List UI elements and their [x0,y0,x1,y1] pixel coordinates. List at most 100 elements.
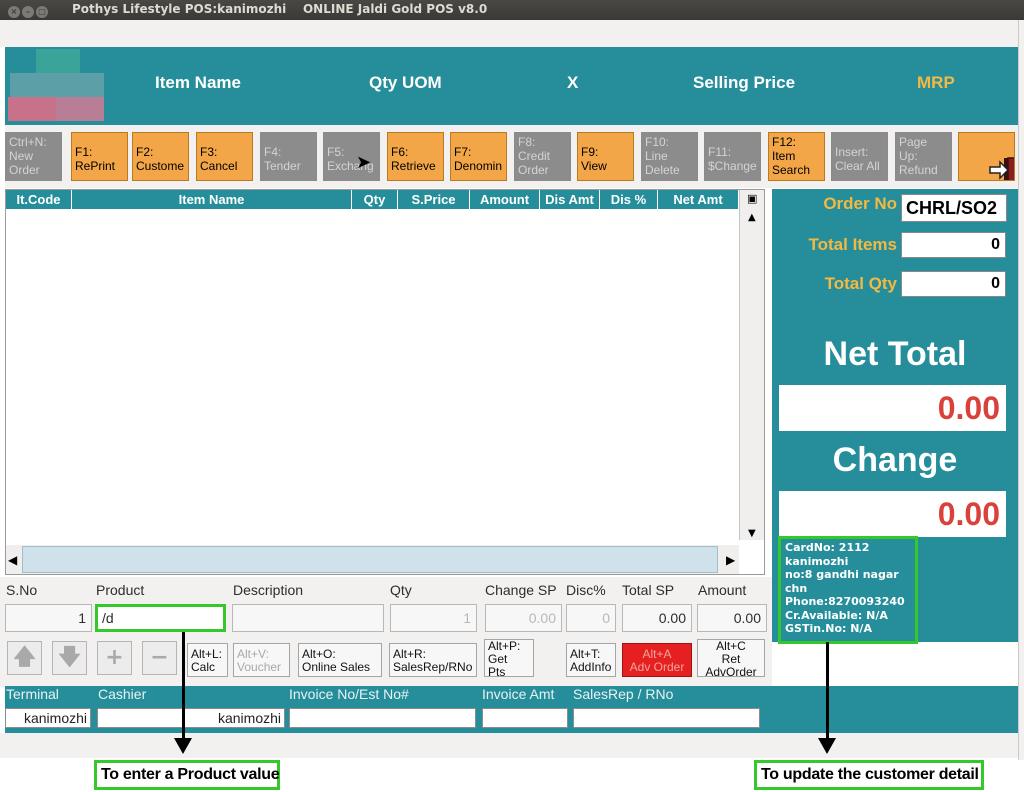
product-annotation-line [182,632,185,738]
total-qty-label: Total Qty [824,274,897,293]
addinfo-button[interactable]: Alt+T: AddInfo [566,643,616,677]
move-up-icon[interactable]: 🡅 [7,641,42,675]
grid-col-dis-amt: Dis Amt [540,190,600,209]
cancel-button[interactable]: F3: Cancel [196,132,253,181]
cashier-value: kanimozhi [97,708,285,728]
total-items-label: Total Items [808,235,897,254]
change-sp-field[interactable]: 0.00 [485,604,562,632]
order-no-label: Order No [823,194,897,213]
order-no-value: CHRL/SO2 [901,194,1007,222]
item-grid[interactable]: It.Code Item Name Qty S.Price Amount Dis… [5,189,765,575]
grid-col-item-name: Item Name [72,190,352,209]
bottom-spacer [0,733,1018,758]
window-controls: × – □ [8,3,50,18]
calc-button[interactable]: Alt+L: Calc [187,643,228,677]
salesrep-button[interactable]: Alt+R: SalesRep/RNo [389,643,477,677]
total-sp-field: 0.00 [622,604,692,632]
minus-icon[interactable]: − [142,641,177,675]
grid-col-dis-pct: Dis % [600,190,658,209]
grid-col-amount: Amount [470,190,540,209]
product-label: Product [96,582,145,598]
move-down-icon[interactable]: 🡇 [52,641,87,675]
customer-city: chn [785,581,808,595]
net-total-value: 0.00 [779,385,1006,431]
maximize-window-icon[interactable]: □ [36,6,48,18]
ret-adv-order-button[interactable]: Alt+C Ret AdvOrder [697,639,765,677]
logo-tile [10,73,104,97]
change-value: 0.00 [779,491,1006,537]
qty-field[interactable]: 1 [390,604,477,632]
change-button[interactable]: F11: $Change [704,132,761,181]
header-bar: Item Name Qty UOM X Selling Price MRP [5,47,1018,125]
amount-field: 0.00 [697,604,767,632]
mouse-cursor-icon: ➤ [356,152,372,173]
logo-tile [56,97,104,121]
scroll-right-icon[interactable]: ▶ [726,553,735,567]
customer-phone: Phone:8270093240 [785,595,905,608]
customer-gstin: GSTin.No: N/A [785,622,872,635]
grid-col-sprice: S.Price [398,190,470,209]
terminal-label: Terminal [6,686,59,702]
grid-col-net-amt: Net Amt [658,190,739,209]
online-sales-button[interactable]: Alt+O: Online Sales [298,643,382,677]
description-field [232,604,384,632]
view-button[interactable]: F9: View [577,132,634,181]
invoice-no-value [289,708,476,728]
customer-details[interactable]: CardNo: 2112 kanimozhi no:8 gandhi nagar… [778,536,918,644]
terminal-value: kanimozhi [5,708,91,728]
voucher-button[interactable]: Alt+V: Voucher [233,643,290,677]
exchange-button[interactable]: F5: Exchang [323,132,380,181]
new-order-button[interactable]: Ctrl+N: New Order [5,132,62,181]
disc-field[interactable]: 0 [566,604,616,632]
salesrep-value [573,708,760,728]
customer-name: kanimozhi [785,554,849,568]
denomination-button[interactable]: F7: Denomin [450,132,507,181]
get-points-button[interactable]: Alt+P: Get Pts [484,639,534,677]
adv-order-button[interactable]: Alt+A Adv Order [622,643,692,677]
header-mrp: MRP [917,73,955,92]
sno-label: S.No [6,582,38,598]
product-annotation: To enter a Product value [94,760,280,790]
credit-order-button[interactable]: F8: Credit Order [514,132,571,181]
customer-arrow-icon [818,738,836,754]
refund-button[interactable]: Page Up: Refund [895,132,952,181]
net-total-label: Net Total [823,335,967,373]
customer-card-no: CardNo: 2112 [785,541,870,554]
description-label: Description [233,582,304,598]
invoice-amt-value [482,708,568,728]
column-chooser-icon[interactable]: ▣ [747,192,757,205]
grid-vertical-scrollbar[interactable]: ▣ ▲ ▼ [739,190,764,540]
scroll-down-icon[interactable]: ▼ [748,528,756,539]
amount-label: Amount [698,582,747,598]
scroll-up-icon[interactable]: ▲ [748,212,756,223]
close-window-icon[interactable]: × [8,6,20,18]
exit-door-icon [989,157,1014,180]
scroll-left-icon[interactable]: ◀ [8,553,17,567]
plus-icon[interactable]: + [97,641,132,675]
grid-horizontal-scrollbar[interactable]: ◀ ▶ [6,545,739,574]
change-sp-label: Change SP [485,582,557,598]
clear-all-button[interactable]: Insert: Clear All [831,132,888,181]
header-x: X [567,73,579,92]
logo-tile [8,97,56,121]
grid-col-itcode: It.Code [6,190,72,209]
invoice-amt-label: Invoice Amt [482,686,555,702]
reprint-button[interactable]: F1: RePrint [71,132,128,181]
customer-button[interactable]: F2: Custome [132,132,189,181]
total-sp-label: Total SP [622,582,675,598]
exit-button[interactable] [958,132,1015,181]
item-search-button[interactable]: F12: Item Search [768,132,825,181]
grid-header: It.Code Item Name Qty S.Price Amount Dis… [6,190,739,209]
tender-button[interactable]: F4: Tender [260,132,317,181]
retrieve-button[interactable]: F6: Retrieve [387,132,444,181]
scroll-thumb[interactable] [22,546,718,573]
customer-annotation-line [826,642,829,738]
header-item-name: Item Name [155,73,241,92]
top-spacer [0,20,1018,47]
product-input[interactable]: /d [95,604,226,632]
summary-panel: Order No CHRL/SO2 Total Items 0 Total Qt… [772,189,1018,644]
logo-tile [36,49,80,73]
line-delete-button[interactable]: F10: Line Delete [641,132,698,181]
minimize-window-icon[interactable]: – [22,6,34,18]
store-logo [8,49,104,121]
